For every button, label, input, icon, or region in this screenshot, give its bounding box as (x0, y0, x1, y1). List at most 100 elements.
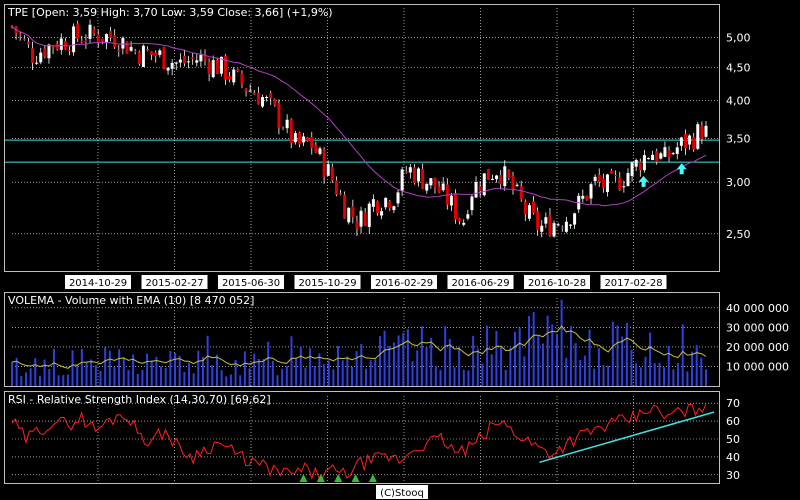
candle-body (495, 175, 499, 180)
volume-bar (355, 351, 358, 386)
candle-body (638, 161, 642, 171)
candle-body (425, 183, 429, 191)
volume-bar (169, 351, 172, 386)
candle-body (343, 194, 347, 219)
volume-bar (677, 363, 680, 386)
copyright-label: (C)Stooq (380, 488, 424, 499)
candle-body (100, 38, 104, 42)
candle-body (39, 52, 43, 63)
candle-body (96, 34, 100, 43)
candle-body (146, 49, 150, 51)
candle-body (215, 59, 219, 74)
oversold-marker-icon (334, 474, 343, 482)
volume-bar (691, 351, 694, 386)
candle-body (585, 196, 589, 200)
candle-body (293, 133, 297, 143)
candle-body (31, 48, 35, 64)
volume-bar (649, 332, 652, 386)
candle-body (704, 125, 708, 137)
date-tick-label: 2017-02-28 (604, 278, 662, 289)
rsi-tick-label: 60 (726, 415, 740, 428)
candle-body (59, 38, 63, 50)
candle-body (35, 62, 39, 64)
volume-bar (364, 368, 367, 386)
volume-bar (104, 347, 107, 386)
candle-body (634, 160, 638, 167)
volume-bar (29, 368, 32, 386)
candle-body (228, 76, 232, 80)
volume-bar (174, 353, 177, 386)
volume-bar (500, 346, 503, 386)
volume-bar (80, 349, 83, 386)
volume-bar (262, 359, 265, 386)
candle-body (18, 34, 22, 36)
volume-bar (141, 369, 144, 386)
volume-bar (523, 356, 526, 386)
price-grid (12, 8, 718, 270)
candle-body (318, 148, 322, 154)
candle-body (191, 57, 195, 59)
volume-bar (220, 370, 223, 386)
volume-bar (243, 351, 246, 386)
candle-body (273, 98, 277, 106)
volume-bar (532, 312, 535, 386)
price-candles (10, 19, 708, 238)
candle-body (113, 35, 117, 48)
candle-body (667, 150, 671, 158)
volume-bar (635, 363, 638, 386)
volume-bar (24, 372, 27, 386)
candle-body (642, 155, 646, 171)
candle-body (626, 173, 630, 186)
candle-body (474, 182, 478, 198)
volume-bar (90, 359, 93, 386)
volume-bar (555, 334, 558, 386)
candle-body (515, 184, 519, 186)
volume-bar (434, 365, 437, 386)
candle-body (388, 200, 392, 209)
volume-bar (150, 360, 153, 386)
candle-body (601, 178, 605, 188)
volume-bar (453, 367, 456, 386)
candle-body (277, 103, 281, 128)
candle-body (466, 214, 470, 219)
volume-bar (658, 362, 661, 386)
date-tick-label: 2016-02-29 (375, 278, 433, 289)
candle-body (133, 50, 137, 52)
candle-body (55, 44, 59, 50)
candle-body (297, 132, 301, 145)
candle-body (269, 93, 273, 99)
date-tick-label: 2014-10-29 (69, 278, 127, 289)
volume-bar (621, 336, 624, 386)
candle-body (104, 34, 108, 43)
candle-body (556, 224, 560, 226)
price-tick-label: 5,00 (726, 32, 751, 45)
candle-body (306, 137, 310, 141)
volume-bar (229, 374, 232, 386)
volume-bar (416, 350, 419, 386)
candle-body (458, 218, 462, 222)
volume-bar (309, 348, 312, 386)
candle-body (109, 30, 113, 38)
candle-body (490, 178, 494, 180)
volume-bar (402, 332, 405, 386)
volume-bar (695, 344, 698, 386)
candle-body (532, 201, 536, 213)
candle-body (449, 195, 453, 206)
candle-body (339, 193, 343, 195)
candle-body (441, 183, 445, 191)
candle-body (351, 206, 355, 218)
volume-bar (588, 329, 591, 386)
candle-body (22, 38, 26, 40)
candle-body (322, 149, 326, 177)
candle-body (618, 177, 622, 190)
candle-body (421, 168, 425, 189)
candle-body (260, 97, 264, 107)
candle-body (244, 88, 248, 92)
price-reference-lines (5, 139, 719, 163)
candle-body (170, 62, 174, 69)
candle-body (47, 44, 51, 59)
volume-bar (62, 375, 65, 386)
volume-bar (467, 370, 470, 386)
candle-body (265, 97, 269, 99)
price-panel-frame (4, 4, 720, 272)
